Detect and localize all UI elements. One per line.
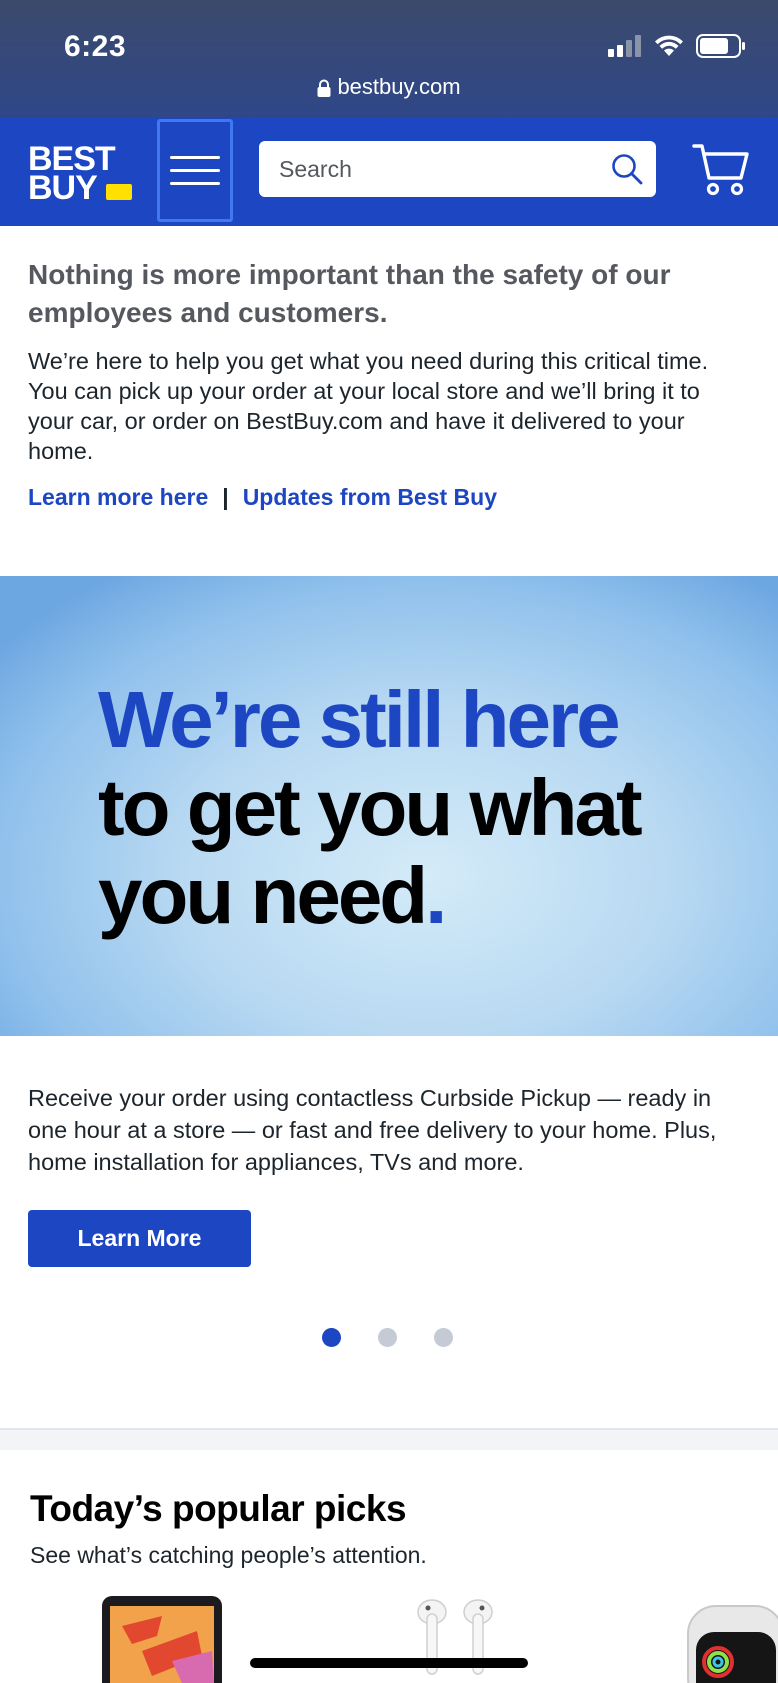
- updates-from-best-buy-link[interactable]: Updates from Best Buy: [243, 484, 497, 511]
- popular-picks-subtitle: See what’s catching people’s attention.: [30, 1542, 427, 1568]
- bestbuy-logo[interactable]: BEST BUY: [28, 140, 134, 206]
- logo-tag-icon: [106, 184, 132, 200]
- hero-headline: We’re still here to get you what you nee…: [98, 675, 643, 940]
- browser-status-bar: 6:23 bestbuy.com: [0, 0, 778, 118]
- tablet-product-icon[interactable]: [102, 1596, 222, 1683]
- carousel-dot-3[interactable]: [434, 1328, 453, 1347]
- menu-line: [170, 182, 220, 185]
- section-divider: [0, 1428, 778, 1450]
- hero-line-2: to get you what: [98, 763, 643, 852]
- status-icons: [608, 32, 746, 60]
- menu-line: [170, 156, 220, 159]
- search-input[interactable]: [259, 141, 599, 197]
- earbuds-product-icon[interactable]: [410, 1596, 500, 1683]
- url-bar[interactable]: bestbuy.com: [0, 74, 778, 100]
- battery-icon: [696, 34, 745, 58]
- logo-word-buy: BUY: [28, 169, 98, 207]
- promo-text: Receive your order using contactless Cur…: [28, 1085, 717, 1175]
- hero-period: .: [425, 851, 447, 940]
- safety-notice: Nothing is more important than the safet…: [28, 256, 748, 511]
- promo-section: Receive your order using contactless Cur…: [28, 1082, 750, 1178]
- site-header: BEST BUY: [0, 118, 778, 226]
- notice-links: Learn more here | Updates from Best Buy: [28, 484, 748, 511]
- carousel-dots: [322, 1328, 453, 1347]
- notice-body: We’re here to help you get what you need…: [28, 348, 709, 464]
- hero-banner[interactable]: We’re still here to get you what you nee…: [0, 576, 778, 1036]
- lock-icon: [317, 79, 331, 98]
- smartwatch-product-icon[interactable]: [678, 1596, 778, 1683]
- search-icon[interactable]: [610, 152, 644, 186]
- hero-line-3: you need.: [98, 852, 640, 940]
- status-time: 6:23: [64, 30, 127, 63]
- carousel-dot-1[interactable]: [322, 1328, 341, 1347]
- learn-more-here-link[interactable]: Learn more here: [28, 484, 208, 511]
- hamburger-menu-button[interactable]: [157, 119, 233, 222]
- popular-picks-section: Today’s popular picks See what’s catchin…: [30, 1488, 750, 1569]
- menu-line: [170, 169, 220, 172]
- popular-picks-title: Today’s popular picks: [30, 1488, 407, 1529]
- learn-more-button[interactable]: Learn More: [28, 1210, 251, 1267]
- cart-icon[interactable]: [692, 140, 750, 198]
- hero-line-1: We’re still here: [98, 675, 621, 764]
- carousel-dot-2[interactable]: [378, 1328, 397, 1347]
- hero-line-3-text: you need: [98, 851, 428, 940]
- home-indicator[interactable]: [250, 1658, 528, 1668]
- wifi-icon: [655, 35, 683, 56]
- link-separator: |: [222, 484, 229, 510]
- url-text: bestbuy.com: [337, 74, 461, 99]
- search-box: [259, 141, 656, 197]
- product-carousel: [0, 1596, 778, 1683]
- cellular-signal-icon: [608, 35, 641, 57]
- notice-heading: Nothing is more important than the safet…: [28, 259, 671, 328]
